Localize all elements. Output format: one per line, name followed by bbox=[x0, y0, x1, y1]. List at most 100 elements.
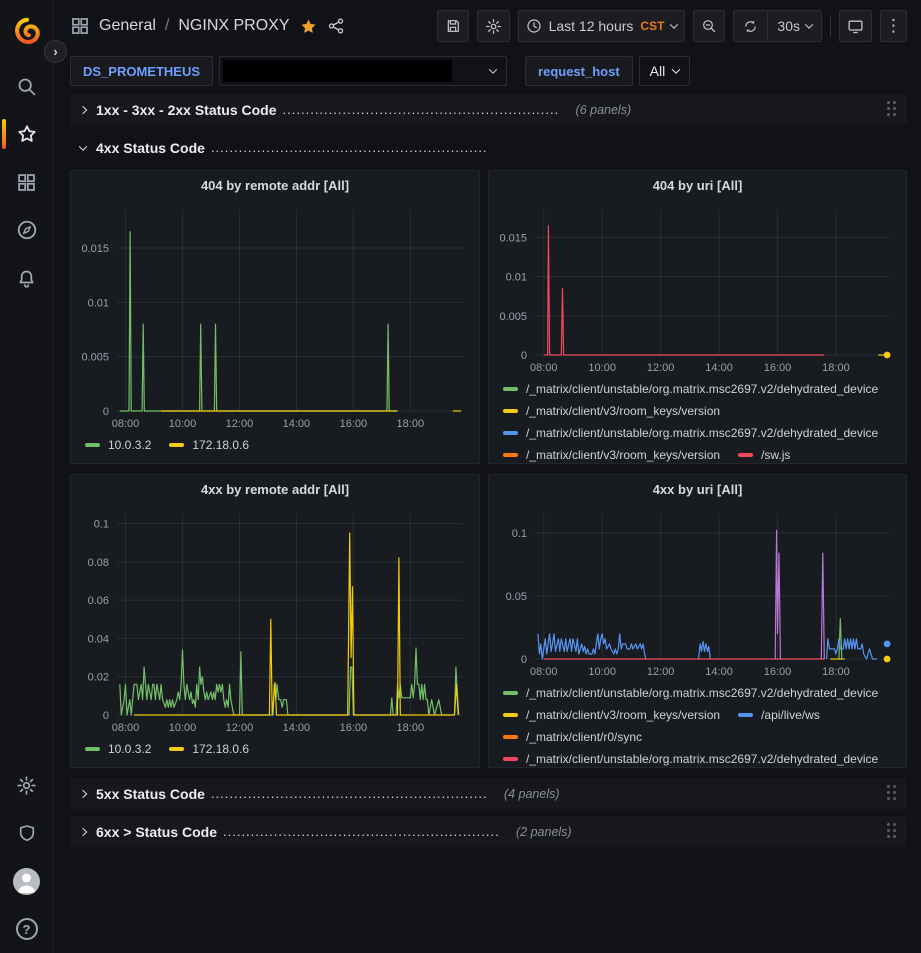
variable-request-host-dropdown[interactable]: All bbox=[639, 56, 691, 86]
chevron-down-icon bbox=[79, 142, 87, 150]
legend-label: /sw.js bbox=[761, 444, 790, 463]
variable-ds-prometheus-dropdown[interactable] bbox=[219, 56, 507, 86]
timeseries-chart[interactable]: 08:0010:0012:0014:0016:0018:0000.0050.01… bbox=[489, 200, 906, 376]
tv-mode-button[interactable] bbox=[839, 10, 872, 42]
chevron-right-icon bbox=[79, 789, 87, 797]
refresh-interval-dropdown[interactable]: 30s bbox=[767, 11, 821, 41]
legend-label: /_matrix/client/unstable/org.matrix.msc2… bbox=[526, 378, 878, 400]
legend-label: 10.0.3.2 bbox=[108, 434, 151, 456]
panel-4xx-by-uri: 4xx by uri [All] 08:0010:0012:0014:0016:… bbox=[488, 474, 907, 768]
timeseries-chart[interactable]: 08:0010:0012:0014:0016:0018:0000.020.040… bbox=[71, 504, 479, 736]
variable-request-host-label[interactable]: request_host bbox=[525, 56, 633, 86]
sidebar-item-server-admin[interactable] bbox=[0, 809, 54, 857]
toolbar-divider bbox=[830, 16, 831, 36]
sidebar-item-help[interactable]: ? bbox=[0, 905, 54, 953]
sidebar-item-search[interactable] bbox=[0, 62, 54, 110]
legend-swatch bbox=[738, 713, 753, 717]
sidebar-item-explore[interactable] bbox=[0, 206, 54, 254]
svg-text:08:00: 08:00 bbox=[530, 666, 558, 678]
svg-text:12:00: 12:00 bbox=[647, 362, 675, 374]
more-options-button[interactable]: ⋮ bbox=[880, 10, 907, 42]
clock-icon bbox=[526, 18, 542, 34]
row-drag-handle[interactable] bbox=[887, 785, 899, 802]
legend-item[interactable]: /api/live/ws bbox=[738, 704, 820, 726]
chevron-right-icon bbox=[79, 827, 87, 835]
row-title: 6xx > Status Code bbox=[96, 824, 217, 840]
legend-item[interactable]: /sw.js bbox=[738, 444, 790, 463]
refresh-button[interactable] bbox=[734, 11, 767, 41]
timeseries-chart[interactable]: 08:0010:0012:0014:0016:0018:0000.0050.01… bbox=[71, 200, 479, 432]
svg-text:12:00: 12:00 bbox=[226, 418, 254, 430]
variable-ds-prometheus-label[interactable]: DS_PROMETHEUS bbox=[70, 56, 213, 86]
timeseries-chart[interactable]: 08:0010:0012:0014:0016:0018:0000.050.1 bbox=[489, 504, 906, 680]
row-4xx[interactable]: 4xx Status Code ........................… bbox=[70, 132, 907, 163]
svg-text:14:00: 14:00 bbox=[705, 666, 733, 678]
svg-text:0.01: 0.01 bbox=[506, 272, 527, 284]
row-5xx[interactable]: 5xx Status Code ........................… bbox=[70, 778, 907, 809]
legend-item[interactable]: /_matrix/client/r0/sync bbox=[503, 726, 642, 748]
row-drag-handle[interactable] bbox=[887, 101, 899, 118]
legend-item[interactable]: /_matrix/client/v3/room_keys/version bbox=[503, 444, 720, 463]
dashboard-content: 1xx - 3xx - 2xx Status Code ............… bbox=[54, 90, 921, 847]
svg-text:18:00: 18:00 bbox=[822, 362, 850, 374]
legend-item[interactable]: /_matrix/client/unstable/org.matrix.msc2… bbox=[503, 748, 878, 767]
row-drag-handle[interactable] bbox=[887, 823, 899, 840]
save-dashboard-button[interactable] bbox=[437, 10, 469, 42]
svg-text:0.005: 0.005 bbox=[81, 352, 109, 364]
magnifier-minus-icon bbox=[701, 18, 717, 34]
sidebar-item-dashboards[interactable] bbox=[0, 158, 54, 206]
star-outline-icon bbox=[16, 123, 38, 145]
legend-label: 172.18.0.6 bbox=[192, 434, 249, 456]
legend-item[interactable]: 10.0.3.2 bbox=[85, 738, 151, 760]
panel-title[interactable]: 404 by remote addr [All] bbox=[71, 171, 479, 200]
monitor-icon bbox=[847, 18, 864, 35]
legend-swatch bbox=[169, 747, 184, 751]
legend-item[interactable]: 172.18.0.6 bbox=[169, 434, 249, 456]
svg-text:10:00: 10:00 bbox=[169, 418, 197, 430]
sidebar-item-starred[interactable] bbox=[0, 110, 54, 158]
row-6xx[interactable]: 6xx > Status Code ......................… bbox=[70, 816, 907, 847]
svg-text:14:00: 14:00 bbox=[283, 418, 311, 430]
panel-title[interactable]: 4xx by remote addr [All] bbox=[71, 475, 479, 504]
legend-item[interactable]: /_matrix/client/unstable/org.matrix.msc2… bbox=[503, 422, 878, 444]
svg-text:18:00: 18:00 bbox=[822, 666, 850, 678]
legend-item[interactable]: 10.0.3.2 bbox=[85, 434, 151, 456]
svg-text:0: 0 bbox=[103, 710, 109, 722]
share-icon[interactable] bbox=[327, 17, 345, 35]
legend-item[interactable]: /_matrix/client/v3/room_keys/version bbox=[503, 704, 720, 726]
legend-label: 10.0.3.2 bbox=[108, 738, 151, 760]
svg-text:0.06: 0.06 bbox=[88, 595, 109, 607]
panel-legend: 10.0.3.2 172.18.0.6 bbox=[71, 432, 479, 463]
legend-label: /_matrix/client/r0/sync bbox=[526, 726, 642, 748]
sidebar: ? bbox=[0, 0, 54, 953]
panel-title[interactable]: 4xx by uri [All] bbox=[489, 475, 906, 504]
shield-icon bbox=[17, 823, 37, 844]
legend-item[interactable]: /_matrix/client/unstable/org.matrix.msc2… bbox=[503, 682, 878, 704]
svg-text:0.05: 0.05 bbox=[506, 591, 527, 603]
legend-item[interactable]: 172.18.0.6 bbox=[169, 738, 249, 760]
legend-item[interactable]: /_matrix/client/v3/room_keys/version bbox=[503, 400, 720, 422]
star-filled-icon[interactable] bbox=[299, 17, 318, 36]
chevron-right-icon bbox=[79, 105, 87, 113]
breadcrumb-separator: / bbox=[165, 17, 169, 35]
row-1xx-3xx-2xx[interactable]: 1xx - 3xx - 2xx Status Code ............… bbox=[70, 94, 907, 125]
svg-text:10:00: 10:00 bbox=[588, 362, 616, 374]
legend-swatch bbox=[503, 387, 518, 391]
request-host-value: All bbox=[650, 63, 666, 79]
dashboard-settings-button[interactable] bbox=[477, 10, 510, 42]
legend-item[interactable]: /_matrix/client/unstable/org.matrix.msc2… bbox=[503, 378, 878, 400]
panel-legend: /_matrix/client/unstable/org.matrix.msc2… bbox=[489, 376, 906, 463]
zoom-out-time-button[interactable] bbox=[693, 10, 725, 42]
svg-text:08:00: 08:00 bbox=[112, 418, 140, 430]
chevron-down-icon bbox=[489, 65, 497, 73]
sidebar-item-settings[interactable] bbox=[0, 761, 54, 809]
page-title[interactable]: NGINX PROXY bbox=[178, 17, 289, 35]
sidebar-item-alerting[interactable] bbox=[0, 254, 54, 302]
gear-icon bbox=[485, 18, 502, 35]
panel-title[interactable]: 404 by uri [All] bbox=[489, 171, 906, 200]
breadcrumb-section[interactable]: General bbox=[99, 17, 156, 35]
sidebar-expand-button[interactable]: › bbox=[44, 40, 67, 63]
legend-label: /_matrix/client/unstable/org.matrix.msc2… bbox=[526, 682, 878, 704]
time-range-picker[interactable]: Last 12 hours CST bbox=[518, 10, 686, 42]
sidebar-item-profile[interactable] bbox=[0, 857, 54, 905]
